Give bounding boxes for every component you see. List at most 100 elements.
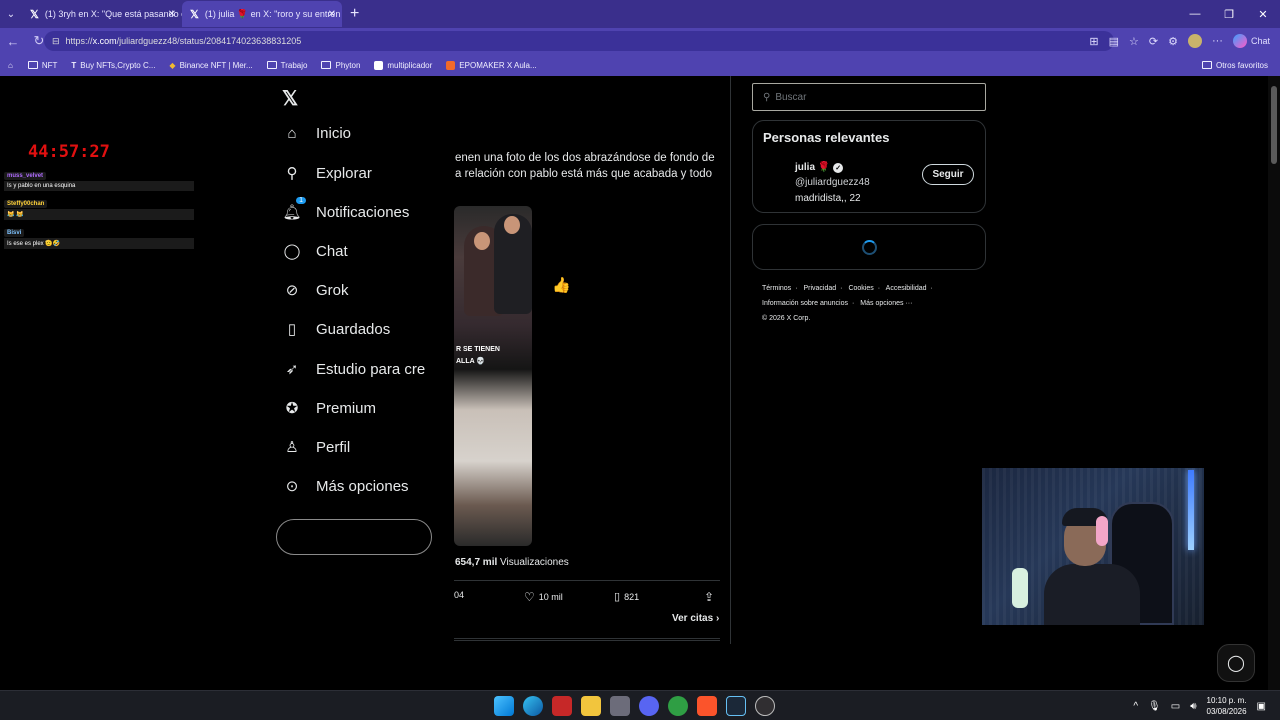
bookmark-button[interactable]: ▯ 821 xyxy=(614,590,639,603)
more-icon[interactable]: ··· xyxy=(1212,35,1223,47)
back-icon[interactable]: ← xyxy=(0,34,26,49)
url-field[interactable]: ⊟ https://x.com/juliardguezz48/status/20… xyxy=(44,31,1114,51)
other-favorites[interactable]: Otros favoritos xyxy=(1201,54,1268,76)
bookmark-icon: ▯ xyxy=(614,591,621,603)
clock[interactable]: 10:10 p. m. 03/08/2026 xyxy=(1207,695,1247,717)
window-controls: — ❐ ✕ xyxy=(1178,0,1280,28)
messages-button[interactable]: ◯ xyxy=(1217,644,1255,682)
footer-link[interactable]: Términos xyxy=(762,285,791,292)
sidebar-item-mas-opciones[interactable]: ⊙ Más opciones xyxy=(282,477,409,496)
stream-chat-message: muss_velvet Is y pablo en una esquina xyxy=(4,172,194,191)
scrollbar[interactable] xyxy=(1268,76,1280,690)
footer-link[interactable]: Cookies xyxy=(848,285,873,292)
file-explorer-icon[interactable] xyxy=(581,696,601,716)
bookmark-trabajo[interactable]: Trabajo xyxy=(260,61,315,70)
divider xyxy=(454,580,720,581)
sidebar-item-perfil[interactable]: ♙ Perfil xyxy=(282,438,350,457)
steam-icon[interactable] xyxy=(726,696,746,716)
follow-button[interactable]: Seguir xyxy=(922,164,974,185)
tweet-video[interactable]: R SE TIENEN ALLA 💀 xyxy=(454,206,532,546)
post-button[interactable] xyxy=(276,519,432,555)
chat-username: Bisvi xyxy=(4,229,25,237)
windows-start-icon[interactable] xyxy=(494,696,514,716)
share-button[interactable]: ⇪ xyxy=(704,590,714,604)
close-window-icon[interactable]: ✕ xyxy=(1246,0,1280,28)
maximize-icon[interactable]: ❐ xyxy=(1212,0,1246,28)
app-available-icon[interactable]: ⊞ xyxy=(1089,35,1098,48)
footer-link[interactable]: Privacidad xyxy=(803,285,836,292)
sidebar-item-chat[interactable]: ◯ Chat xyxy=(282,242,348,261)
stream-timer: 44:57:27 xyxy=(28,142,110,162)
bookmark-nft[interactable]: NFT xyxy=(21,61,65,70)
sidebar-item-explorar[interactable]: ⚲ Explorar xyxy=(282,164,372,183)
footer-link[interactable]: Accesibilidad xyxy=(886,285,927,292)
app-icon[interactable] xyxy=(552,696,572,716)
bookmark-cloud-icon[interactable]: ⌂ xyxy=(0,61,21,70)
volume-icon[interactable]: 🔊︎ xyxy=(1190,701,1196,712)
home-icon: ⌂ xyxy=(287,125,297,142)
notification-icon[interactable]: ▣ xyxy=(1257,701,1266,712)
user-name[interactable]: julia 🌹 ✓ xyxy=(795,162,844,173)
tab-list-icon[interactable]: ⌄ xyxy=(0,9,22,20)
reader-icon[interactable]: ▤ xyxy=(1109,35,1119,48)
favorite-star-icon[interactable]: ☆ xyxy=(1129,35,1139,48)
network-icon[interactable]: ▭ xyxy=(1171,701,1180,712)
rocket-icon: ➶ xyxy=(285,361,299,378)
sidebar-item-inicio[interactable]: ⌂ Inicio xyxy=(282,125,351,142)
loading-card xyxy=(752,224,986,270)
bookmark-epomaker[interactable]: EPOMAKER X Aula... xyxy=(439,60,543,70)
tab-3ryh[interactable]: 𝕏 (1) 3ryh en X: "Que está pasando e ✕ xyxy=(22,1,182,27)
scrollbar-thumb[interactable] xyxy=(1271,86,1277,164)
search-input[interactable]: ⚲ Buscar xyxy=(752,83,986,111)
column-divider xyxy=(730,76,731,644)
discord-icon[interactable] xyxy=(639,696,659,716)
microphone-icon[interactable]: 🎙︎ xyxy=(1148,701,1161,712)
new-tab-button[interactable]: + xyxy=(342,5,367,23)
x-home-logo[interactable]: 𝕏 xyxy=(282,86,298,111)
footer-link[interactable]: Más opciones ··· xyxy=(860,300,912,307)
chevron-right-icon: › xyxy=(715,613,720,624)
bookmark-buy-nfts[interactable]: T Buy NFTs,Crypto C... xyxy=(64,61,162,70)
footer-link[interactable]: Información sobre anuncios xyxy=(762,300,848,307)
like-button[interactable]: ♡ 10 mil xyxy=(524,590,563,604)
webcam-shape xyxy=(1044,564,1140,625)
url-text: https://x.com/juliardguezz48/status/2084… xyxy=(65,36,302,46)
copilot-label: Chat xyxy=(1250,36,1270,46)
video-figure xyxy=(504,216,520,234)
bookmark-multiplicador[interactable]: multiplicador xyxy=(367,60,439,70)
close-icon[interactable]: ✕ xyxy=(168,9,176,20)
xbox-icon[interactable] xyxy=(668,696,688,716)
webcam-overlay xyxy=(982,468,1204,625)
chat-bubble-icon: ◯ xyxy=(1227,655,1245,672)
sidebar-item-premium[interactable]: ✪ Premium xyxy=(282,399,376,418)
notification-badge: 1 xyxy=(296,197,306,204)
bookmark-binance[interactable]: ◆ Binance NFT | Mer... xyxy=(162,61,259,70)
retweet-button[interactable]: 04 xyxy=(454,590,464,600)
chat-username: Steffy00chan xyxy=(4,200,48,208)
brave-icon[interactable] xyxy=(697,696,717,716)
extensions-icon[interactable]: ⟳ xyxy=(1149,35,1158,48)
quotes-link[interactable]: Ver citas › xyxy=(672,613,719,624)
floating-emoji: 👍 xyxy=(552,277,571,294)
sidebar-item-notificaciones[interactable]: 🔔︎ 1 Notificaciones xyxy=(282,197,409,221)
tab-julia[interactable]: 𝕏 (1) julia 🌹 en X: "roro y su entren ✕ xyxy=(182,1,342,27)
profile-avatar[interactable] xyxy=(1187,34,1202,48)
copilot-button[interactable]: Chat xyxy=(1232,34,1270,48)
site-info-icon[interactable]: ⊟ xyxy=(52,36,60,47)
bookmark-icon: ▯ xyxy=(287,321,297,338)
minimize-icon[interactable]: — xyxy=(1178,0,1212,28)
bookmark-phyton[interactable]: Phyton xyxy=(314,61,367,70)
extension-puzzle-icon[interactable]: ⚙ xyxy=(1168,35,1178,48)
close-icon[interactable]: ✕ xyxy=(328,9,336,20)
sidebar-item-estudio[interactable]: ➶ Estudio para cre xyxy=(282,360,426,379)
edge-icon[interactable] xyxy=(523,696,543,716)
app-icon[interactable] xyxy=(610,696,630,716)
video-figure xyxy=(474,232,490,250)
sidebar-item-guardados[interactable]: ▯ Guardados xyxy=(282,320,390,339)
sidebar-item-grok[interactable]: ⊘ Grok xyxy=(282,281,349,300)
user-handle[interactable]: @juliardguezz48 xyxy=(795,177,870,188)
obs-icon[interactable] xyxy=(755,696,775,716)
chevron-up-icon[interactable]: ^ xyxy=(1133,701,1138,712)
chat-username: muss_velvet xyxy=(4,172,47,180)
app-icon xyxy=(374,60,384,70)
